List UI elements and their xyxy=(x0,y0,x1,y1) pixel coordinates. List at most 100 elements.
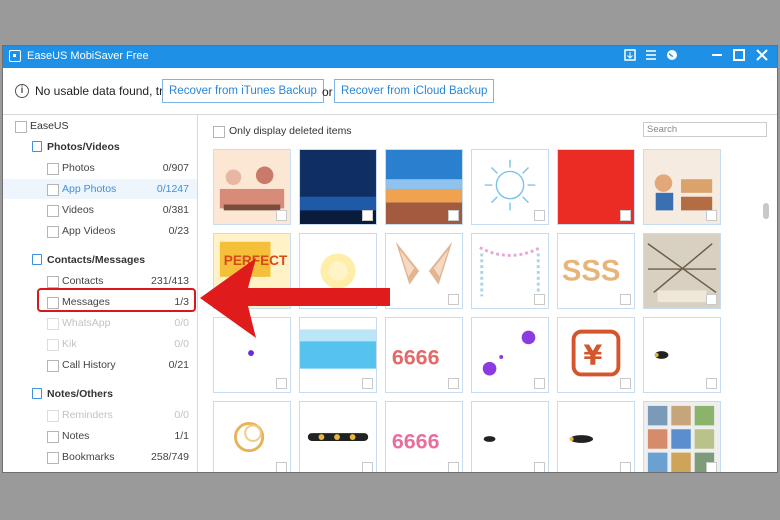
item-checkbox[interactable] xyxy=(47,163,59,175)
thumbnail-checkbox[interactable] xyxy=(706,210,717,221)
thumbnail-checkbox[interactable] xyxy=(534,294,545,305)
thumbnail-golden-rings[interactable] xyxy=(213,401,291,472)
window-title: EaseUS MobiSaver Free xyxy=(27,50,149,62)
item-count: 0/21 xyxy=(168,359,189,371)
thumbnail-sss-text[interactable]: SSS xyxy=(557,233,635,309)
item-label: Reminders xyxy=(62,409,113,421)
globe-icon[interactable] xyxy=(664,49,680,65)
thumbnail-bee-small[interactable] xyxy=(471,401,549,472)
item-checkbox[interactable] xyxy=(47,452,59,464)
item-checkbox[interactable] xyxy=(47,205,59,217)
red-arrow-annotation xyxy=(200,258,390,338)
thumbnail-checkbox[interactable] xyxy=(448,462,459,472)
sidebar-item-call-history[interactable]: Call History 0/21 xyxy=(3,355,197,375)
thumbnail-checkbox[interactable] xyxy=(448,378,459,389)
thumbnail-fox-ears[interactable] xyxy=(385,233,463,309)
thumbnail-checkbox[interactable] xyxy=(620,462,631,472)
item-count: 231/413 xyxy=(151,275,189,287)
item-checkbox[interactable] xyxy=(47,431,59,443)
thumbnail-line-illustration[interactable] xyxy=(471,149,549,225)
sidebar-item-photos[interactable]: Photos 0/907 xyxy=(3,158,197,178)
item-label: Videos xyxy=(62,204,94,216)
item-count: 0/23 xyxy=(168,225,189,237)
thumbnail-checkbox[interactable] xyxy=(362,210,373,221)
deleted-only-checkbox[interactable] xyxy=(213,126,225,138)
notes-icon xyxy=(32,388,42,399)
maximize-icon[interactable] xyxy=(731,49,747,65)
item-label: Kik xyxy=(62,338,77,350)
group-notes-others[interactable]: Notes/Others xyxy=(3,384,197,404)
feedback-icon[interactable] xyxy=(622,49,638,65)
thumbnail-cartoon-scene[interactable] xyxy=(213,149,291,225)
item-label: App Videos xyxy=(62,225,116,237)
scroll-thumb[interactable] xyxy=(763,203,769,219)
thumbnail-checkbox[interactable] xyxy=(534,378,545,389)
thumbnail-checkbox[interactable] xyxy=(276,378,287,389)
thumbnail-yuan-icon[interactable]: ¥ xyxy=(557,317,635,393)
info-bar: i No usable data found, try Recover from… xyxy=(3,68,777,115)
item-checkbox[interactable] xyxy=(47,184,59,196)
thumbnail-checkbox[interactable] xyxy=(534,210,545,221)
thumbnail-checkbox[interactable] xyxy=(362,462,373,472)
thumbnail-photo-collage[interactable] xyxy=(643,401,721,472)
minimize-icon[interactable] xyxy=(709,49,725,65)
group-photos-videos[interactable]: Photos/Videos xyxy=(3,137,197,157)
vertical-scrollbar[interactable] xyxy=(763,151,769,472)
tree-root[interactable]: EaseUS xyxy=(3,116,197,136)
thumbnail-checkbox[interactable] xyxy=(706,378,717,389)
thumbnail-beads-frame[interactable] xyxy=(471,233,549,309)
item-label: Bookmarks xyxy=(62,451,115,463)
search-input[interactable]: Search xyxy=(643,122,767,137)
thumbnail-night-sky[interactable] xyxy=(299,149,377,225)
contacts-icon xyxy=(32,254,42,265)
thumbnail-bee-trail[interactable] xyxy=(557,401,635,472)
thumbnail-checkbox[interactable] xyxy=(620,294,631,305)
item-checkbox[interactable] xyxy=(47,276,59,288)
root-checkbox[interactable] xyxy=(15,121,27,133)
close-icon[interactable] xyxy=(754,49,770,65)
sidebar-item-bookmarks[interactable]: Bookmarks 258/749 xyxy=(3,447,197,467)
sidebar-item-app-photos[interactable]: App Photos 0/1247 xyxy=(3,179,197,199)
item-checkbox xyxy=(47,318,59,330)
thumbnail-checkbox[interactable] xyxy=(276,210,287,221)
item-count: 0/0 xyxy=(174,409,189,421)
thumbnail-bee[interactable] xyxy=(643,317,721,393)
app-logo-icon xyxy=(9,50,21,62)
svg-text:6666: 6666 xyxy=(392,346,440,370)
thumbnail-red-image[interactable] xyxy=(557,149,635,225)
thumbnail-checkbox[interactable] xyxy=(706,462,717,472)
item-checkbox[interactable] xyxy=(47,226,59,238)
thumbnail-checkbox[interactable] xyxy=(620,378,631,389)
thumbnail-66666-pink[interactable]: 6666 xyxy=(385,401,463,472)
item-checkbox xyxy=(47,339,59,351)
recover-itunes-button[interactable]: Recover from iTunes Backup xyxy=(162,79,324,103)
thumbnail-purple-balls[interactable] xyxy=(471,317,549,393)
messages-highlight-annotation xyxy=(37,288,196,312)
sidebar-item-whatsapp: WhatsApp 0/0 xyxy=(3,313,197,333)
recover-icloud-button[interactable]: Recover from iCloud Backup xyxy=(334,79,495,103)
sidebar-item-notes[interactable]: Notes 1/1 xyxy=(3,426,197,446)
thumbnail-checkbox[interactable] xyxy=(620,210,631,221)
item-count: 0/1247 xyxy=(156,183,189,195)
info-icon: i xyxy=(15,84,29,98)
thumbnail-sunset-sea[interactable] xyxy=(385,149,463,225)
sidebar-item-videos[interactable]: Videos 0/381 xyxy=(3,200,197,220)
thumbnail-checkbox[interactable] xyxy=(706,294,717,305)
thumbnail-bees-row[interactable] xyxy=(299,401,377,472)
thumbnail-checkbox[interactable] xyxy=(534,462,545,472)
thumbnail-checkbox[interactable] xyxy=(448,294,459,305)
title-bar: EaseUS MobiSaver Free xyxy=(3,46,777,68)
item-count: 258/749 xyxy=(151,451,189,463)
item-label: WhatsApp xyxy=(62,317,111,329)
thumbnail-66666-text[interactable]: 6666 xyxy=(385,317,463,393)
thumbnail-checkbox[interactable] xyxy=(362,378,373,389)
sidebar-item-app-videos[interactable]: App Videos 0/23 xyxy=(3,221,197,241)
thumbnail-cartoon-people[interactable] xyxy=(643,149,721,225)
group-contacts-messages[interactable]: Contacts/Messages xyxy=(3,250,197,270)
thumbnail-checkbox[interactable] xyxy=(448,210,459,221)
menu-icon[interactable] xyxy=(643,49,659,65)
thumbnail-sketch-collage[interactable] xyxy=(643,233,721,309)
item-checkbox[interactable] xyxy=(47,360,59,372)
thumbnail-checkbox[interactable] xyxy=(276,462,287,472)
svg-text:¥: ¥ xyxy=(583,341,602,372)
